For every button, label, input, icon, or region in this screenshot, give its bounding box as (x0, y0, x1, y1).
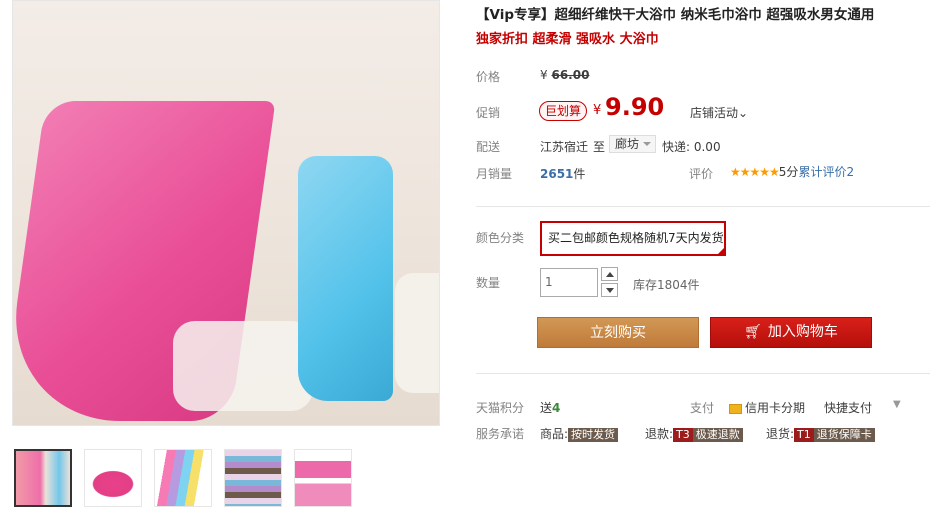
monthly-sales: 2651件 (540, 167, 586, 181)
shipping-fee: 快递: 0.00 (662, 140, 721, 154)
quantity-decrease-button[interactable] (601, 283, 618, 297)
thumbnail-1[interactable] (14, 449, 72, 507)
divider (476, 206, 930, 207)
original-price: ¥ 66.00 (540, 68, 590, 82)
product-subtitle: 独家折扣 超柔滑 强吸水 大浴巾 (476, 32, 659, 47)
promo-currency: ¥ (593, 103, 602, 118)
caret-down-icon (643, 142, 652, 146)
cart-icon: 🛒︎ (744, 324, 762, 340)
service-label: 服务承诺 (476, 427, 525, 441)
thumbnail-2[interactable] (84, 449, 142, 507)
service-return: 退货: T1 退货保障卡 (766, 425, 875, 442)
background-table (395, 273, 439, 393)
review-summary[interactable]: ★★★★★5分累计评价2 (730, 163, 854, 180)
product-title: 【Vip专享】超细纤维快干大浴巾 纳米毛巾浴巾 超强吸水男女通用 (476, 7, 875, 23)
shipping-label: 配送 (476, 140, 501, 154)
juhuasuan-badge[interactable]: 巨划算 (539, 101, 588, 121)
service-goods: 商品: 按时发货 (540, 425, 619, 442)
blue-towel-image (298, 156, 393, 401)
promo-label: 促销 (476, 106, 501, 120)
stock-text: 库存1804件 (633, 278, 700, 292)
ship-from: 江苏宿迁 (540, 140, 589, 154)
thumbnail-3[interactable] (154, 449, 212, 507)
service-refund: 退款: T3 极速退款 (645, 425, 743, 442)
quantity-label: 数量 (476, 276, 501, 290)
promo-price: 9.90 (605, 93, 665, 121)
arrow-down-icon (605, 287, 614, 293)
quick-pay[interactable]: 快捷支付 (824, 399, 872, 416)
price-label: 价格 (476, 70, 501, 84)
credit-installment[interactable]: 信用卡分期 (729, 399, 805, 416)
points-label: 天猫积分 (476, 401, 525, 415)
destination-select[interactable]: 廊坊 (609, 135, 657, 153)
divider (476, 373, 930, 374)
buy-now-button[interactable]: 立刻购买 (537, 317, 699, 348)
rating-stars-icon: ★★★★★ (730, 165, 780, 179)
expand-down-icon[interactable]: ▼ (893, 399, 901, 410)
review-label: 评价 (689, 167, 714, 181)
quantity-input[interactable]: 1 (540, 268, 598, 297)
arrow-up-icon (605, 271, 614, 277)
thumbnail-4[interactable] (224, 449, 282, 507)
color-option-selected[interactable]: 买二包邮颜色规格随机7天内发货 (540, 221, 726, 256)
add-to-cart-label: 加入购物车 (767, 324, 838, 340)
thumbnail-5[interactable] (294, 449, 352, 507)
main-product-image[interactable] (12, 0, 440, 426)
ship-to-word: 至 (593, 140, 606, 154)
credit-card-icon (729, 403, 742, 414)
points-value: 送4 (540, 401, 561, 415)
background-chair (173, 321, 313, 411)
color-label: 颜色分类 (476, 231, 525, 245)
pay-label: 支付 (690, 401, 715, 415)
add-to-cart-button[interactable]: 🛒︎ 加入购物车 (710, 317, 872, 348)
chevron-down-icon: ⌄ (738, 106, 749, 120)
quantity-increase-button[interactable] (601, 267, 618, 281)
sales-label: 月销量 (476, 167, 513, 181)
shop-event-dropdown[interactable]: 店铺活动⌄ (690, 104, 748, 121)
